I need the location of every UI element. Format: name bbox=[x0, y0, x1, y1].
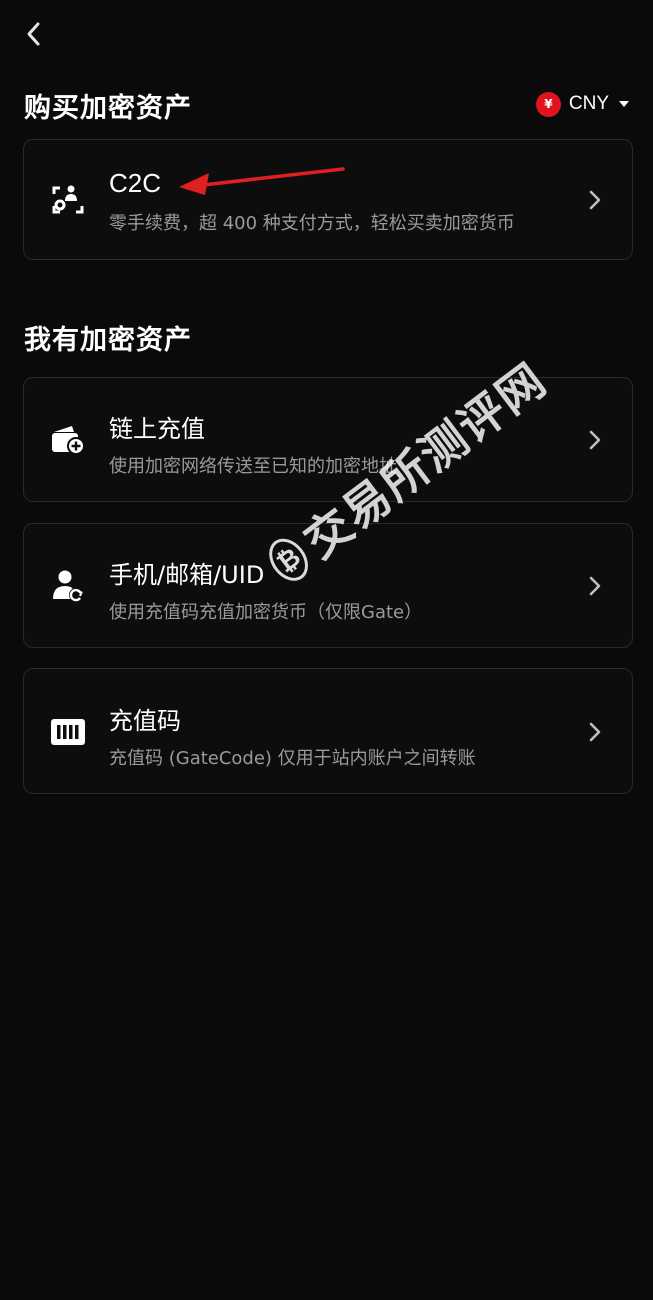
buy-section-title: 购买加密资产 bbox=[24, 93, 192, 124]
c2c-description: 零手续费，超 400 种支付方式，轻松买卖加密货币 bbox=[109, 213, 515, 234]
back-button[interactable] bbox=[14, 14, 54, 54]
c2c-title: C2C bbox=[109, 168, 162, 198]
chevron-left-icon bbox=[27, 22, 40, 46]
deposit-page: 购买加密资产 ¥ CNY C2C 零手续费，超 400 种支付方式，轻松买卖加密… bbox=[0, 0, 653, 1300]
code-description: 充值码 (GateCode) 仅用于站内账户之间转账 bbox=[109, 748, 476, 769]
currency-label: CNY bbox=[568, 93, 609, 114]
barcode-icon bbox=[50, 714, 86, 750]
wallet-add-icon bbox=[50, 422, 86, 458]
phone-email-uid-card[interactable]: 手机/邮箱/UID 使用充值码充值加密货币（仅限Gate） bbox=[23, 523, 633, 648]
chevron-right-icon bbox=[586, 429, 604, 451]
onchain-title: 链上充值 bbox=[109, 415, 205, 443]
chevron-right-icon bbox=[586, 721, 604, 743]
c2c-icon bbox=[50, 182, 86, 218]
uid-title: 手机/邮箱/UID bbox=[109, 561, 265, 589]
c2c-card[interactable]: C2C 零手续费，超 400 种支付方式，轻松买卖加密货币 bbox=[23, 139, 633, 260]
currency-selector[interactable]: ¥ CNY bbox=[535, 90, 629, 118]
caret-down-icon bbox=[619, 101, 629, 107]
code-title: 充值码 bbox=[109, 707, 181, 735]
onchain-deposit-card[interactable]: 链上充值 使用加密网络传送至已知的加密地址 bbox=[23, 377, 633, 502]
have-section-title: 我有加密资产 bbox=[24, 325, 192, 356]
deposit-code-card[interactable]: 充值码 充值码 (GateCode) 仅用于站内账户之间转账 bbox=[23, 668, 633, 794]
cny-badge-icon: ¥ bbox=[535, 91, 561, 117]
chevron-right-icon bbox=[586, 575, 604, 597]
chevron-right-icon bbox=[586, 189, 604, 211]
uid-description: 使用充值码充值加密货币（仅限Gate） bbox=[109, 602, 423, 623]
onchain-description: 使用加密网络传送至已知的加密地址 bbox=[109, 456, 397, 477]
user-refresh-icon bbox=[50, 568, 86, 604]
